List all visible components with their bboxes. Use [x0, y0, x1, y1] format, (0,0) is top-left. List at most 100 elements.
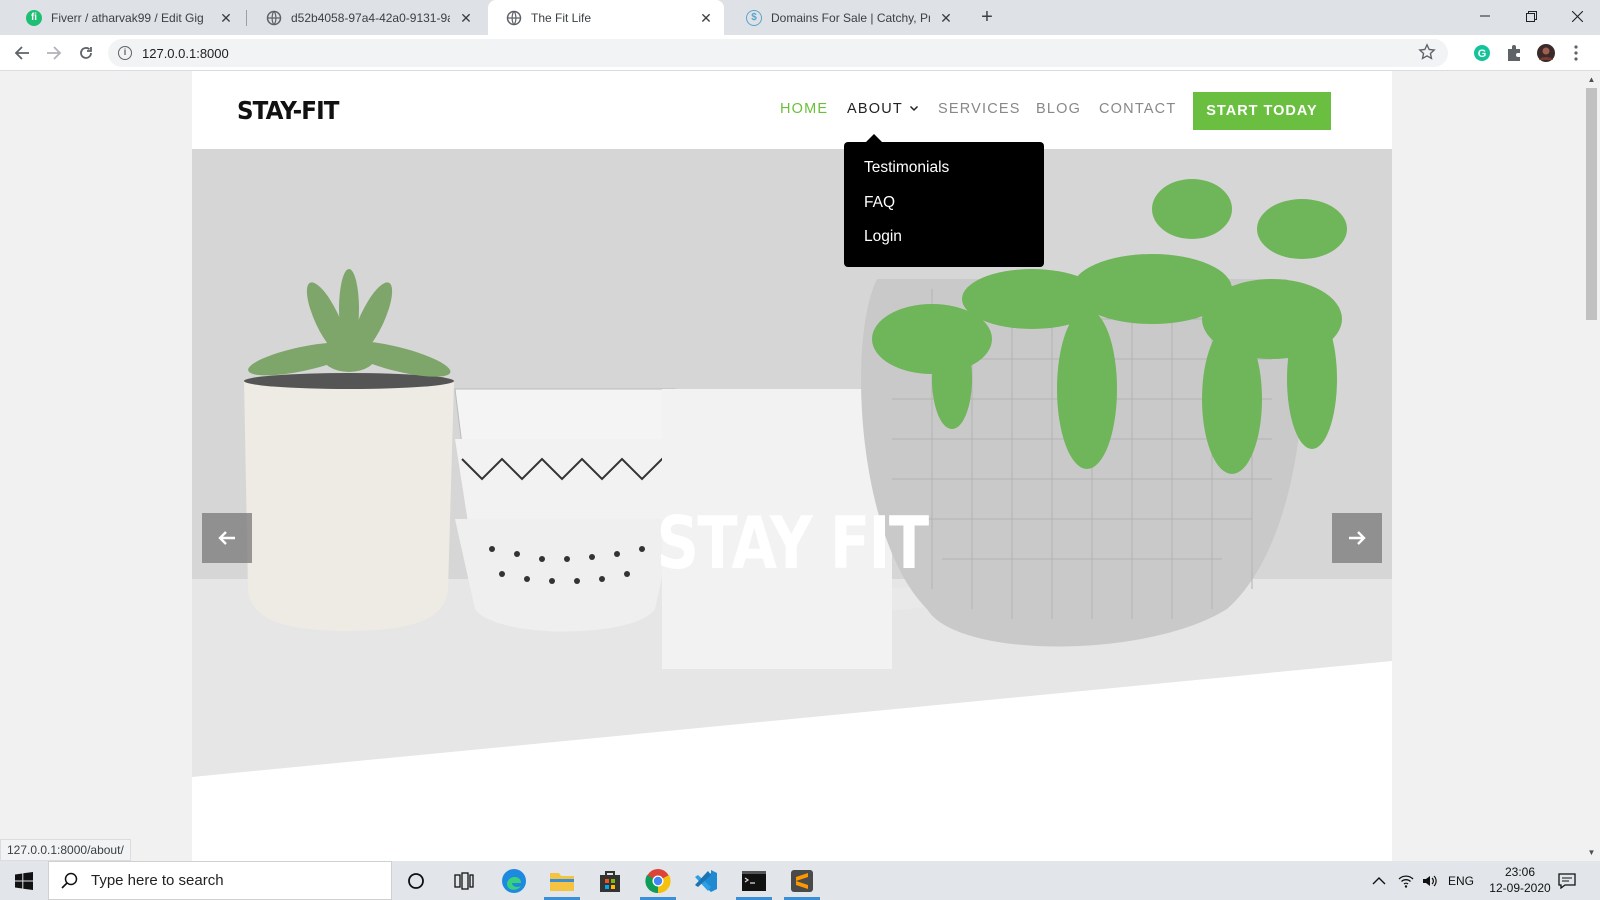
- forward-button[interactable]: [42, 41, 66, 65]
- dropdown-item-testimonials[interactable]: Testimonials: [844, 160, 1044, 195]
- wifi-icon: [1398, 874, 1414, 888]
- windows-taskbar: Type here to search ENG 23:06 12-09-2020: [0, 861, 1600, 900]
- site-logo[interactable]: STAY-FIT: [237, 96, 339, 125]
- action-center-button[interactable]: [1558, 861, 1576, 900]
- taskbar-vscode[interactable]: [682, 861, 730, 900]
- start-today-button[interactable]: START TODAY: [1193, 92, 1331, 130]
- hero-slider: STAY FIT: [192, 149, 1392, 777]
- forward-arrow-icon: [47, 46, 62, 60]
- tab-close-icon[interactable]: ✕: [218, 10, 234, 26]
- cortana-button[interactable]: [392, 861, 440, 900]
- hero-image: [192, 149, 1392, 777]
- tab-fiverr[interactable]: fi Fiverr / atharvak99 / Edit Gig ✕: [8, 0, 244, 35]
- arrow-right-icon: [1349, 531, 1366, 545]
- minimize-button[interactable]: [1462, 0, 1508, 32]
- cortana-circle-icon: [408, 872, 424, 889]
- task-view-button[interactable]: [440, 861, 488, 900]
- tray-overflow-chevron[interactable]: [1372, 861, 1386, 900]
- reload-icon: [80, 47, 92, 59]
- site-header: STAY-FIT HOME ABOUT SERVICES BLOG CONTAC…: [192, 71, 1392, 149]
- browser-toolbar: i 127.0.0.1:8000 G: [0, 35, 1600, 71]
- tab-fit-life[interactable]: The Fit Life ✕: [488, 0, 724, 35]
- minimize-icon: [1480, 15, 1490, 17]
- close-window-button[interactable]: [1554, 0, 1600, 32]
- back-button[interactable]: [10, 41, 34, 65]
- nav-about[interactable]: ABOUT: [847, 101, 919, 117]
- page-scrollbar[interactable]: ▲ ▼: [1583, 71, 1600, 861]
- speaker-icon: [1423, 875, 1437, 886]
- reload-button[interactable]: [74, 41, 98, 65]
- site-info-icon[interactable]: i: [118, 46, 132, 60]
- tab-close-icon[interactable]: ✕: [698, 10, 714, 26]
- notification-icon: [1558, 872, 1576, 889]
- taskbar-clock[interactable]: 23:06 12-09-2020: [1478, 864, 1562, 896]
- tab-close-icon[interactable]: ✕: [938, 10, 954, 26]
- nav-blog[interactable]: BLOG: [1036, 101, 1081, 117]
- new-tab-button[interactable]: +: [976, 6, 998, 28]
- sublime-text-icon: [791, 869, 813, 892]
- slider-next-button[interactable]: [1332, 513, 1382, 563]
- nav-about-label: ABOUT: [847, 101, 903, 117]
- edge-browser-icon: [502, 868, 526, 893]
- scroll-up-arrow-icon[interactable]: ▲: [1583, 71, 1600, 88]
- restore-icon: [1525, 10, 1537, 22]
- tab-divider: [246, 10, 247, 26]
- chevron-up-icon: [1372, 876, 1386, 884]
- scrollbar-thumb[interactable]: [1586, 88, 1597, 320]
- globe-icon: [506, 10, 522, 26]
- back-arrow-icon: [14, 46, 29, 60]
- domain-icon: $: [746, 9, 762, 26]
- slider-prev-button[interactable]: [202, 513, 252, 563]
- tab-strip: fi Fiverr / atharvak99 / Edit Gig ✕ d52b…: [0, 0, 1600, 35]
- address-url[interactable]: 127.0.0.1:8000: [142, 46, 229, 61]
- folder-icon: [550, 872, 574, 891]
- start-button[interactable]: [0, 861, 48, 900]
- svg-text:G: G: [1478, 48, 1487, 60]
- nav-home[interactable]: HOME: [780, 101, 828, 117]
- store-bag-icon: [600, 870, 620, 892]
- terminal-icon: [742, 870, 766, 891]
- clock-time: 23:06: [1504, 865, 1536, 879]
- chevron-down-icon: [909, 104, 919, 115]
- arrow-left-icon: [218, 531, 235, 545]
- about-dropdown-menu: Testimonials FAQ Login: [844, 134, 1044, 267]
- windows-logo-icon: [15, 871, 33, 890]
- grammarly-extension-icon[interactable]: G: [1472, 43, 1492, 63]
- dropdown-item-login[interactable]: Login: [844, 229, 1044, 264]
- hero-title: STAY FIT: [656, 501, 929, 585]
- status-bar-url: 127.0.0.1:8000/about/: [0, 839, 131, 861]
- extensions-puzzle-icon[interactable]: [1504, 43, 1524, 63]
- tab-close-icon[interactable]: ✕: [458, 10, 474, 26]
- taskbar-file-explorer[interactable]: [538, 861, 586, 900]
- bookmark-star-icon[interactable]: [1418, 43, 1436, 61]
- taskbar-search[interactable]: Type here to search: [48, 861, 392, 900]
- task-view-icon: [454, 871, 474, 890]
- menu-kebab-icon[interactable]: [1566, 43, 1586, 63]
- tab-domains[interactable]: $ Domains For Sale | Catchy, Premi ✕: [728, 0, 964, 35]
- restore-button[interactable]: [1508, 0, 1554, 32]
- chrome-icon: [645, 868, 671, 893]
- network-status[interactable]: [1398, 861, 1414, 900]
- page-viewport: STAY-FIT HOME ABOUT SERVICES BLOG CONTAC…: [0, 71, 1583, 861]
- fiverr-icon: fi: [26, 9, 42, 26]
- taskbar-terminal[interactable]: [730, 861, 778, 900]
- close-icon: [1571, 10, 1583, 22]
- taskbar-chrome[interactable]: [634, 861, 682, 900]
- scroll-down-arrow-icon[interactable]: ▼: [1583, 844, 1600, 861]
- globe-icon: [266, 10, 282, 26]
- vscode-icon: [695, 869, 717, 892]
- taskbar-store[interactable]: [586, 861, 634, 900]
- input-language[interactable]: ENG: [1448, 861, 1474, 900]
- clock-date: 12-09-2020: [1489, 881, 1551, 895]
- search-icon: [61, 872, 78, 889]
- tab-uuid[interactable]: d52b4058-97a4-42a0-9131-9a5d ✕: [248, 0, 484, 35]
- nav-services[interactable]: SERVICES: [938, 101, 1021, 117]
- taskbar-sublime[interactable]: [778, 861, 826, 900]
- nav-contact[interactable]: CONTACT: [1099, 101, 1176, 117]
- volume-control[interactable]: [1422, 861, 1438, 900]
- website: STAY-FIT HOME ABOUT SERVICES BLOG CONTAC…: [192, 71, 1392, 861]
- dropdown-item-faq[interactable]: FAQ: [844, 194, 1044, 230]
- address-bar[interactable]: i 127.0.0.1:8000: [108, 39, 1448, 67]
- taskbar-edge[interactable]: [490, 861, 538, 900]
- profile-avatar[interactable]: [1536, 43, 1556, 63]
